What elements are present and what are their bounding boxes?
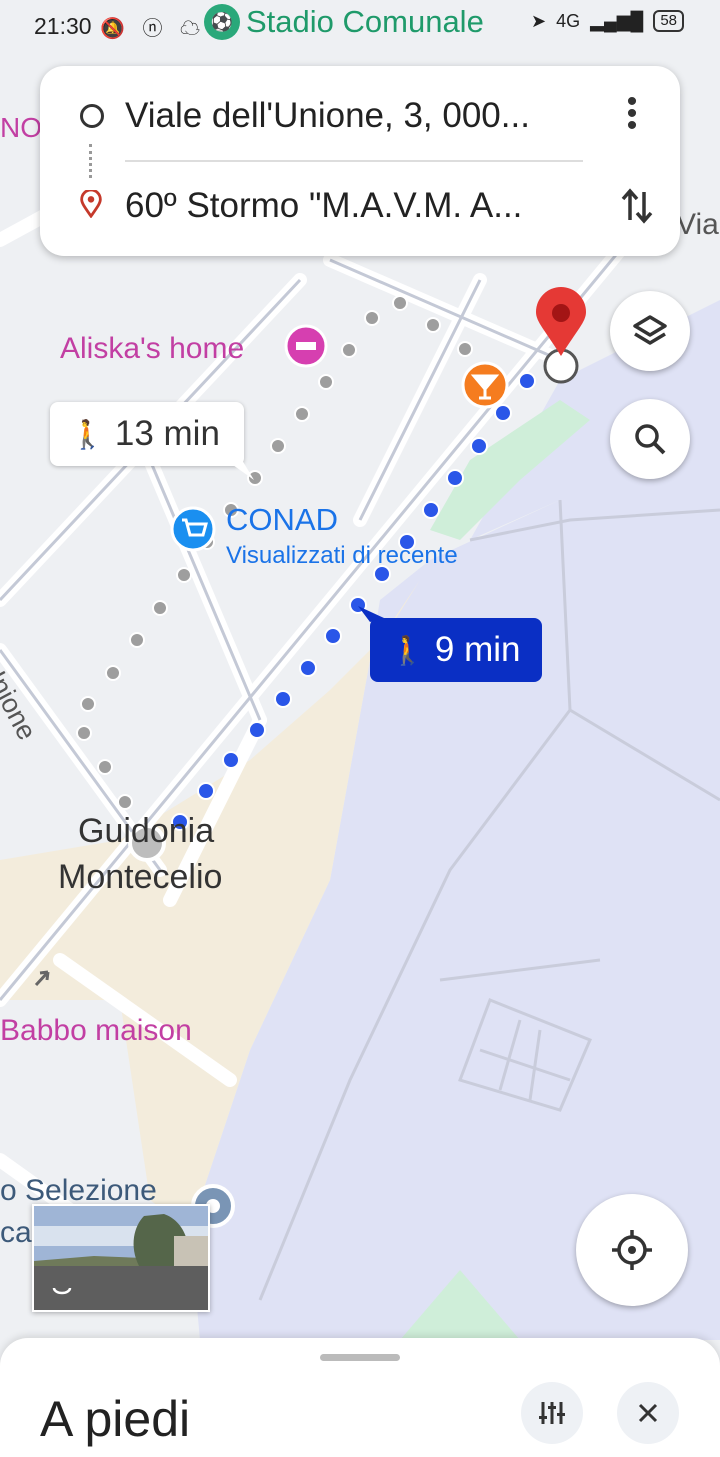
close-button[interactable] <box>617 1382 679 1444</box>
origin-row[interactable]: Viale dell'Unione, 3, 000... <box>40 76 680 156</box>
route-divider <box>125 160 583 162</box>
layers-button[interactable] <box>610 291 690 371</box>
signal-icon: ▂▄▆█ <box>590 10 644 31</box>
close-icon <box>638 1403 658 1423</box>
street-view-thumbnail[interactable] <box>32 1204 210 1312</box>
network-label: 4G <box>556 10 581 31</box>
map-label-conad[interactable]: CONAD <box>226 502 338 538</box>
my-location-button[interactable] <box>576 1194 688 1306</box>
swap-vert-icon[interactable] <box>620 186 654 226</box>
sheet-title: A piedi <box>40 1391 191 1447</box>
status-right-icons: ➤ 4G ▂▄▆█ 58 <box>531 10 684 32</box>
destination-row[interactable]: 60º Stormo "M.A.V.M. A... <box>40 166 680 246</box>
destination-text[interactable]: 60º Stormo "M.A.V.M. A... <box>125 186 585 226</box>
map-label-selezione[interactable]: o Selezione <box>0 1174 157 1208</box>
location-arrow-icon: ➤ <box>531 10 547 31</box>
stadium-icon: ⚽ <box>204 4 240 40</box>
bottom-sheet[interactable]: A piedi <box>0 1338 720 1457</box>
origin-text[interactable]: Viale dell'Unione, 3, 000... <box>125 96 585 136</box>
map-label-via: Via <box>676 208 719 241</box>
map-label-conad-sub: Visualizzati di recente <box>226 542 458 569</box>
map-label-guidonia[interactable]: Guidonia <box>78 812 214 851</box>
map-label-ca: ca <box>0 1216 32 1249</box>
main-route-time: 9 min <box>434 630 521 669</box>
walk-icon-main: 🚶 <box>390 634 425 666</box>
my-location-icon <box>612 1230 652 1270</box>
road-b-edge <box>148 459 262 721</box>
map-label-stadio[interactable]: ⚽ Stadio Comunale <box>204 4 484 40</box>
tune-icon <box>539 1402 565 1424</box>
search-button[interactable] <box>610 399 690 479</box>
route-options-button[interactable] <box>521 1382 583 1444</box>
map-label-babbo[interactable]: Babbo maison <box>0 1014 192 1048</box>
stadio-label: Stadio Comunale <box>246 4 484 39</box>
more-vert-icon[interactable]: • • • <box>622 87 642 141</box>
sheet-drag-handle[interactable] <box>320 1354 400 1361</box>
alt-route-time: 13 min <box>114 414 220 453</box>
battery-icon: 58 <box>653 10 684 32</box>
origin-circle-icon <box>80 104 104 128</box>
layers-icon <box>633 315 667 345</box>
destination-pin-outline-icon <box>80 190 102 218</box>
main-bubble-tail <box>358 606 384 622</box>
map-label-no: NO <box>0 112 42 143</box>
status-time: 21:30 <box>34 13 92 39</box>
alt-route-time-bubble[interactable]: 🚶 13 min <box>50 402 244 466</box>
map-label-montecelio[interactable]: Montecelio <box>58 858 222 897</box>
map-label-aliska[interactable]: Aliska's home <box>60 332 244 366</box>
shopping-cart-icon <box>170 506 216 552</box>
alt-bubble-tail <box>226 460 254 480</box>
walk-icon: 🚶 <box>70 418 105 450</box>
search-icon <box>635 424 666 455</box>
route-card: Viale dell'Unione, 3, 000... 60º Stormo … <box>40 66 680 256</box>
street-view-image <box>34 1206 208 1310</box>
main-route-time-bubble[interactable]: 🚶 9 min <box>370 618 542 682</box>
